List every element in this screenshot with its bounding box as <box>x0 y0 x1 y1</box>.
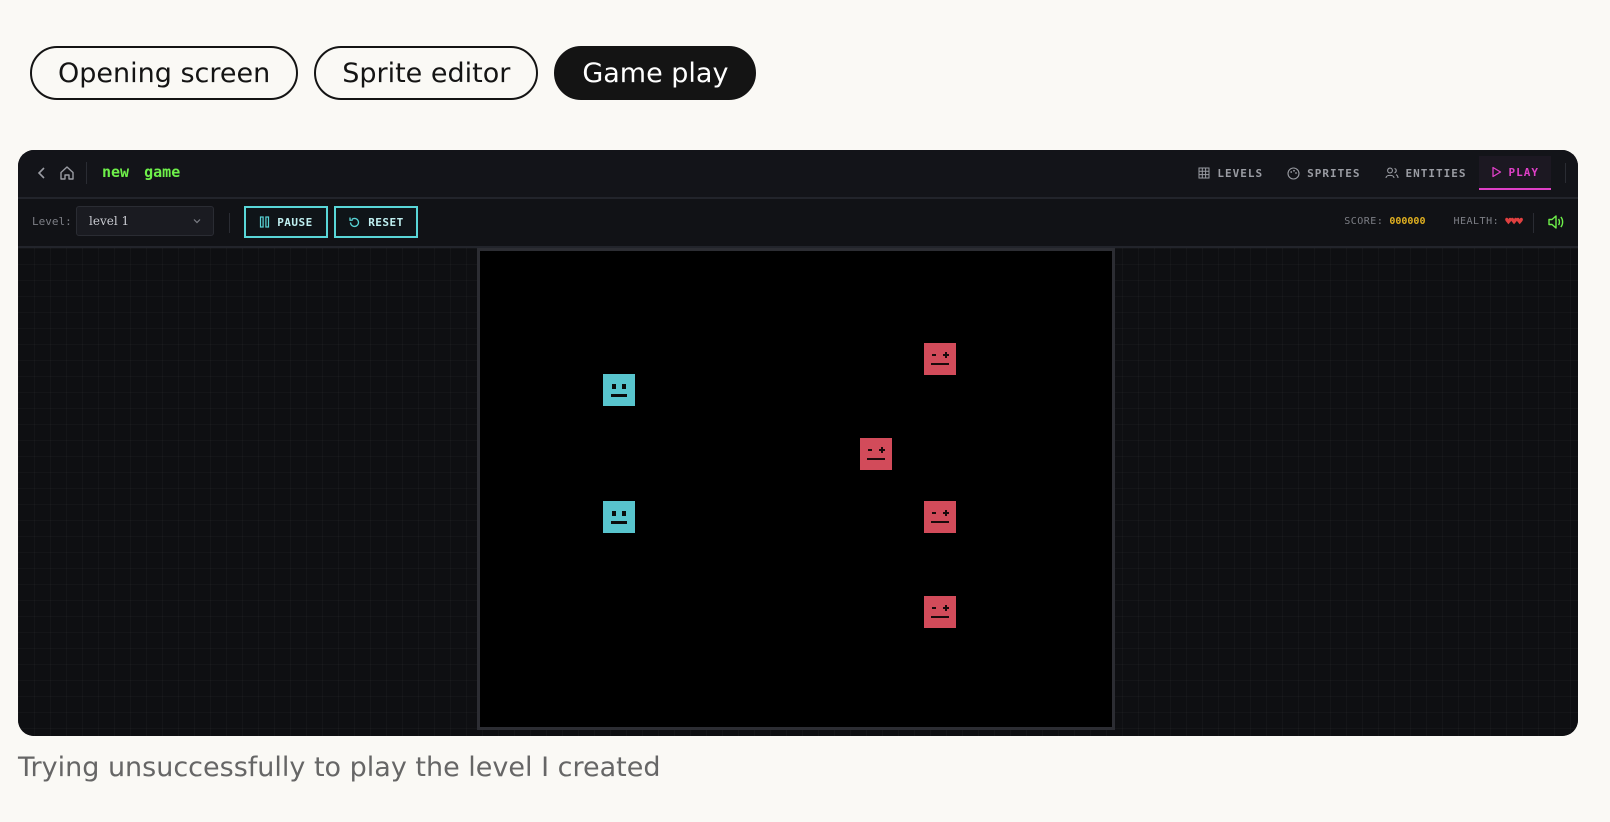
home-icon <box>60 166 74 180</box>
stats-divider <box>1533 213 1534 233</box>
back-button[interactable] <box>32 162 52 184</box>
screenshot-caption: Trying unsuccessfully to play the level … <box>18 752 661 783</box>
game-canvas[interactable] <box>477 248 1115 730</box>
chevron-down-icon <box>193 219 201 224</box>
health-value: ♥♥♥ <box>1505 215 1523 228</box>
tab-game-play[interactable]: Game play <box>554 46 757 100</box>
tab-sprite-editor[interactable]: Sprite editor <box>314 46 539 100</box>
enemy-sprite-icon <box>860 438 892 470</box>
level-select-value: level 1 <box>89 214 130 228</box>
view-tabs: Opening screen Sprite editor Game play <box>30 46 757 100</box>
nav-sprites-label: SPRITES <box>1307 166 1361 180</box>
nav-play[interactable]: PLAY <box>1478 156 1551 190</box>
app-screenshot: new game LEVELS SPRITES ENTITIES PLAY Le… <box>18 150 1578 736</box>
nav-entities-label: ENTITIES <box>1405 166 1467 180</box>
score-value: 000000 <box>1389 216 1426 227</box>
volume-button[interactable] <box>1546 212 1566 232</box>
health-label: HEALTH: <box>1453 216 1500 227</box>
pause-button[interactable]: PAUSE <box>244 206 328 238</box>
enemy-sprite-icon <box>924 501 956 533</box>
game-toolbar: Level: level 1 PAUSE RESET SCORE: 000000… <box>18 199 1578 248</box>
player-sprite-icon <box>603 374 635 406</box>
reset-button[interactable]: RESET <box>334 206 418 238</box>
play-workspace <box>18 248 1578 736</box>
level-select[interactable]: level 1 <box>76 206 214 236</box>
app-header: new game LEVELS SPRITES ENTITIES PLAY <box>18 150 1578 199</box>
volume-icon <box>1548 215 1564 229</box>
pause-button-label: PAUSE <box>277 215 313 229</box>
enemy-sprite-icon <box>924 343 956 375</box>
nav-sprites[interactable]: SPRITES <box>1275 156 1372 190</box>
grid-icon <box>1198 167 1210 179</box>
game-stats: SCORE: 000000 HEALTH: ♥♥♥ <box>1344 215 1523 228</box>
header-divider <box>86 162 87 184</box>
play-icon <box>1491 166 1501 178</box>
enemy-sprite-icon <box>924 596 956 628</box>
nav-divider <box>1565 163 1566 183</box>
nav-levels[interactable]: LEVELS <box>1186 156 1275 190</box>
palette-icon <box>1287 166 1300 180</box>
reset-icon <box>349 217 360 227</box>
nav-entities[interactable]: ENTITIES <box>1373 156 1479 190</box>
game-title: new game <box>102 163 181 181</box>
chevron-left-icon <box>37 167 45 179</box>
nav-play-label: PLAY <box>1508 165 1539 179</box>
users-icon <box>1384 167 1399 179</box>
reset-button-label: RESET <box>368 215 404 229</box>
score-label: SCORE: <box>1344 216 1384 227</box>
pause-icon <box>260 216 270 228</box>
player-sprite-icon <box>603 501 635 533</box>
tab-opening-screen[interactable]: Opening screen <box>30 46 299 100</box>
main-nav: LEVELS SPRITES ENTITIES PLAY <box>1186 156 1566 190</box>
nav-levels-label: LEVELS <box>1217 166 1264 180</box>
level-label: Level: <box>32 215 72 228</box>
toolbar-divider <box>229 213 230 233</box>
home-button[interactable] <box>56 162 78 184</box>
